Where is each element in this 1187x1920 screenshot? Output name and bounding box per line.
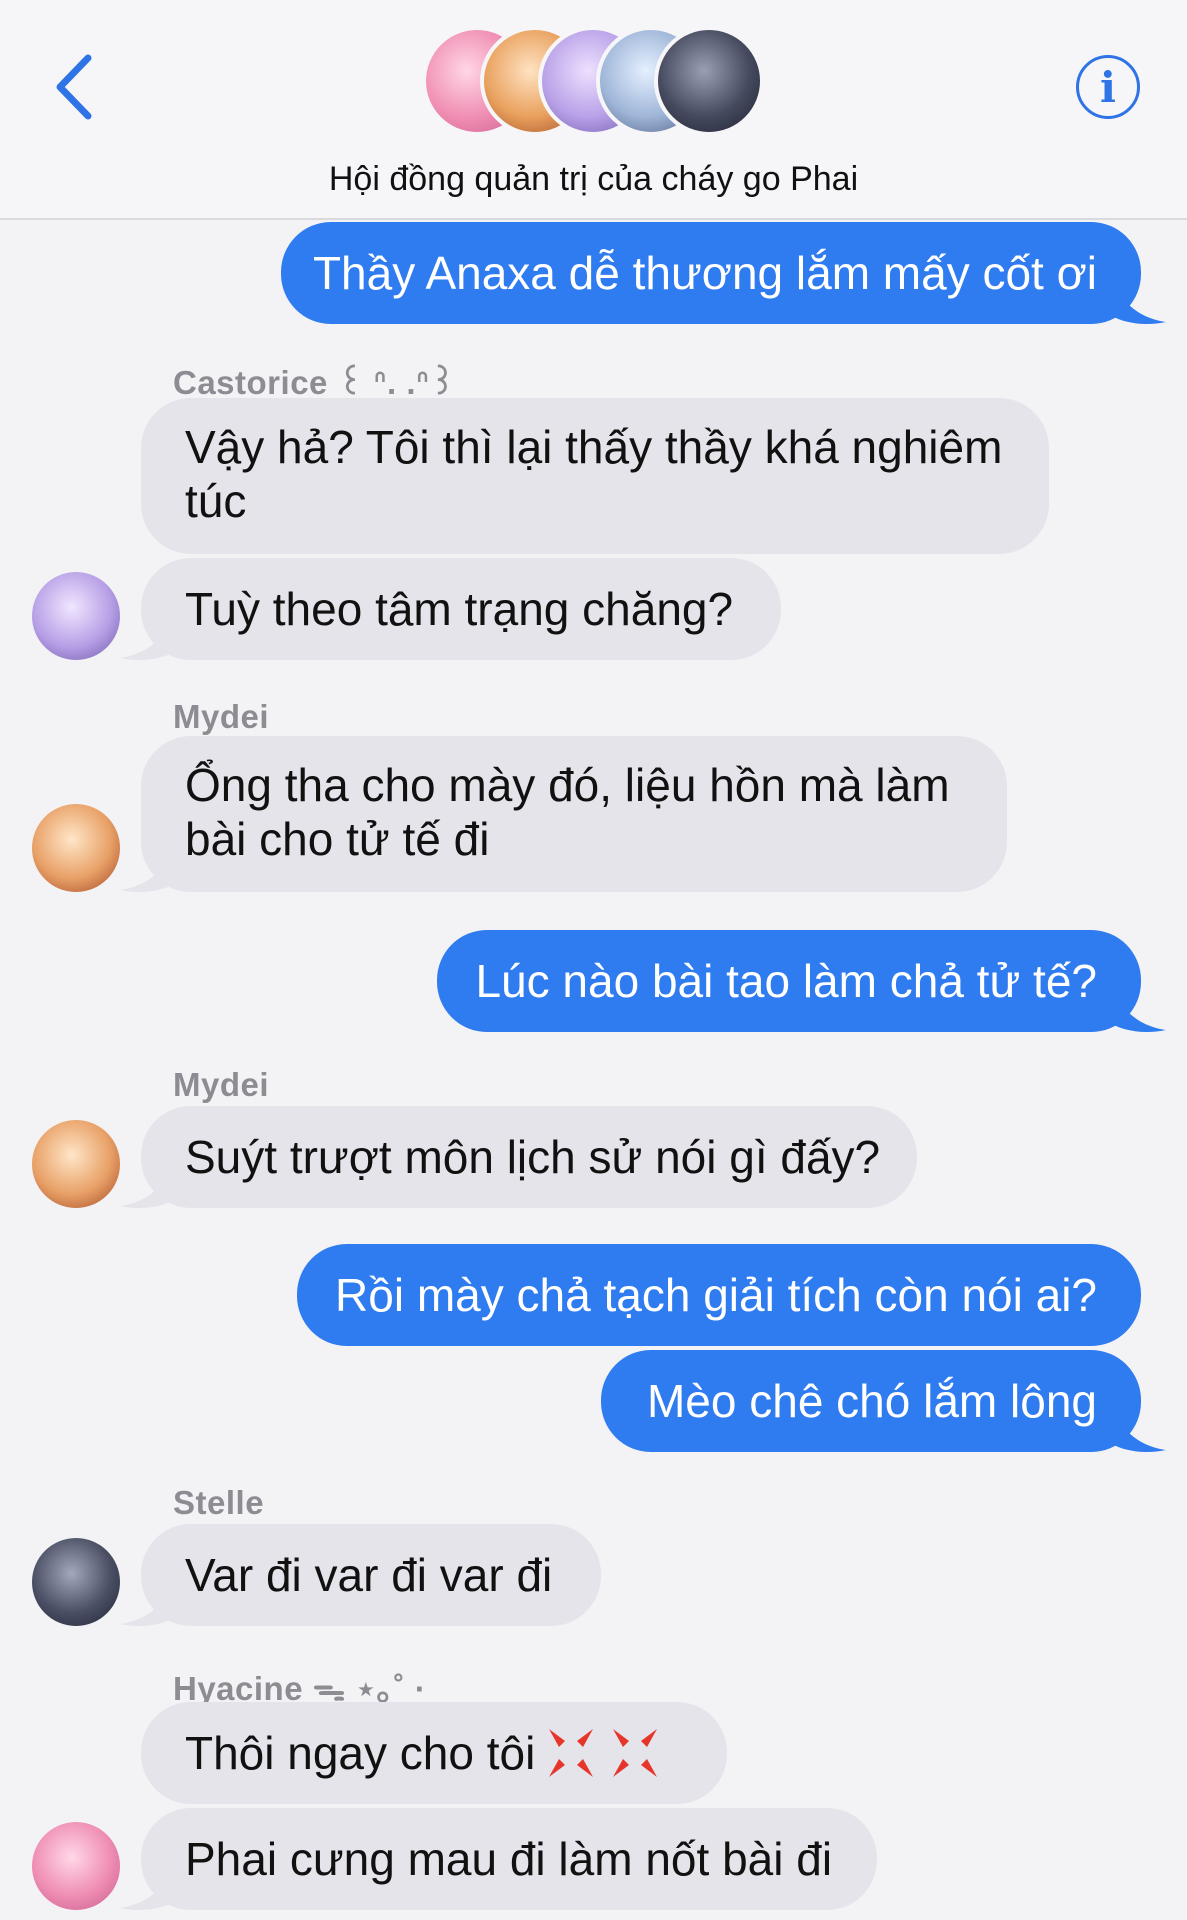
- message-text: Rồi mày chả tạch giải tích còn nói ai?: [335, 1269, 1097, 1321]
- message-text: Var đi var đi var đi: [185, 1549, 553, 1601]
- bubble-tail: [120, 1582, 174, 1626]
- anger-symbol-icon: [549, 1729, 594, 1777]
- incoming-message[interactable]: Phai cưng mau đi làm nốt bài đi: [141, 1808, 877, 1910]
- incoming-message[interactable]: Thôi ngay cho tôi: [141, 1702, 727, 1804]
- chat-header: Hội đồng quản trị của cháy go Phai i: [0, 0, 1187, 220]
- incoming-message[interactable]: Var đi var đi var đi: [141, 1524, 601, 1626]
- incoming-message[interactable]: Vậy hả? Tôi thì lại thấy thầy khá nghiêm…: [141, 398, 1049, 554]
- message-text: Phai cưng mau đi làm nốt bài đi: [185, 1833, 833, 1885]
- bubble-tail: [1112, 280, 1166, 324]
- sender-name: Mydei: [173, 1066, 270, 1103]
- sender-name: Castorice ꒰ ᐢ. .ᐢ꒱: [173, 364, 456, 401]
- incoming-message[interactable]: Suýt trượt môn lịch sử nói gì đấy?: [141, 1106, 917, 1208]
- bubble-tail: [1112, 1408, 1166, 1452]
- outgoing-message[interactable]: Mèo chê chó lắm lông: [601, 1350, 1141, 1452]
- outgoing-message[interactable]: Thầy Anaxa dễ thương lắm mấy cốt ơi: [281, 222, 1141, 324]
- avatar-stelle[interactable]: [32, 1538, 120, 1626]
- sender-name: Mydei: [173, 698, 270, 735]
- bubble-tail: [120, 848, 174, 892]
- message-text: Thầy Anaxa dễ thương lắm mấy cốt ơi: [312, 247, 1097, 299]
- back-button[interactable]: [50, 52, 100, 122]
- sender-name: Stelle: [173, 1484, 265, 1521]
- message-text: Lúc nào bài tao làm chả tử tế?: [475, 955, 1097, 1007]
- group-avatar-stelle: [654, 26, 764, 136]
- message-text: Mèo chê chó lắm lông: [646, 1375, 1097, 1427]
- anger-symbol-icon: [613, 1729, 658, 1777]
- avatar-castorice[interactable]: [32, 572, 120, 660]
- incoming-message[interactable]: Ổng tha cho mày đó, liệu hồn mà làm bài …: [141, 736, 1007, 892]
- message-text: Thôi ngay cho tôi: [185, 1727, 536, 1779]
- message-text: Suýt trượt môn lịch sử nói gì đấy?: [185, 1131, 881, 1183]
- group-title[interactable]: Hội đồng quản trị của cháy go Phai: [0, 160, 1187, 199]
- chevron-left-icon: [56, 54, 92, 120]
- group-avatars[interactable]: [422, 26, 767, 144]
- info-icon: i: [1100, 62, 1116, 112]
- bubble-tail: [120, 616, 174, 660]
- message-text: Vậy hả? Tôi thì lại thấy thầy khá nghiêm…: [185, 421, 1003, 527]
- incoming-message[interactable]: Tuỳ theo tâm trạng chăng?: [141, 558, 781, 660]
- info-button[interactable]: i: [1076, 55, 1140, 119]
- bubble-tail: [1112, 988, 1166, 1032]
- avatar-mydei[interactable]: [32, 804, 120, 892]
- bubble-tail: [120, 1164, 174, 1208]
- outgoing-message[interactable]: Lúc nào bài tao làm chả tử tế?: [437, 930, 1141, 1032]
- outgoing-message[interactable]: Rồi mày chả tạch giải tích còn nói ai?: [297, 1244, 1141, 1346]
- message-text: Tuỳ theo tâm trạng chăng?: [185, 583, 734, 635]
- avatar-mydei[interactable]: [32, 1120, 120, 1208]
- message-text: Ổng tha cho mày đó, liệu hồn mà làm bài …: [185, 759, 950, 865]
- bubble-tail: [120, 1866, 174, 1910]
- avatar-hyacine[interactable]: [32, 1822, 120, 1910]
